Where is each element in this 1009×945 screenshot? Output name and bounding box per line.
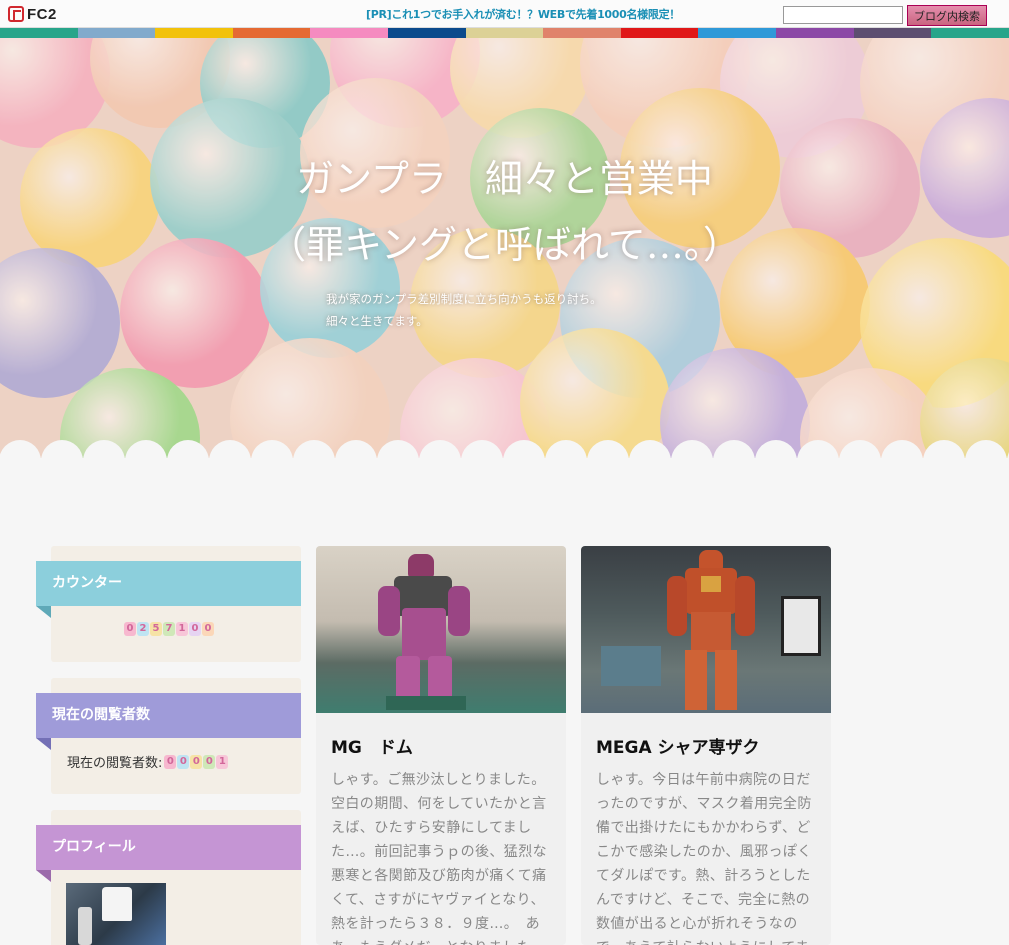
stripe-segment: [465, 28, 544, 38]
hero-banner: ガンプラ 細々と営業中 （罪キングと呼ばれて…。） 我が家のガンプラ差別制度に立…: [0, 38, 1009, 458]
article-card[interactable]: MEGA シャア専ザク しゃす。今日は午前中病院の日だったのですが、マスク着用完…: [581, 546, 831, 945]
article-thumbnail[interactable]: [581, 546, 831, 713]
fc2-logo-icon: [8, 6, 24, 22]
article-title[interactable]: MG ドム: [331, 733, 413, 758]
stripe-segment: [388, 28, 466, 38]
article-excerpt: しゃす。ご無沙汰しとりました。空白の期間、何をしていたかと言えば、ひたすら安静に…: [331, 772, 547, 945]
sidebar-viewers-title: 現在の閲覧者数: [36, 693, 301, 738]
current-viewers: 現在の閲覧者数: 00001: [67, 752, 229, 771]
article-title[interactable]: MEGA シャア専ザク: [596, 733, 760, 758]
fc2-header-bar: FC2 [PR]これ1つでお手入れが済む！？WEBで先着1000名様限定！ ブロ…: [0, 0, 1009, 28]
counter-digit: 5: [150, 622, 162, 636]
article-card[interactable]: MG ドム しゃす。ご無沙汰しとりました。空白の期間、何をしていたかと言えば、ひ…: [316, 546, 566, 945]
stripe-segment: [931, 28, 1009, 38]
blog-search-input[interactable]: [783, 6, 903, 24]
blog-search-button[interactable]: ブログ内検索: [907, 5, 987, 26]
counter-digit: 0: [164, 754, 177, 769]
counter-digit: 2: [137, 622, 149, 636]
counter-digit: 0: [177, 754, 190, 769]
counter-digit: 1: [216, 754, 229, 769]
stripe-segment: [77, 28, 156, 38]
current-viewers-count: 00001: [164, 754, 229, 769]
stripe-segment: [776, 28, 854, 38]
stripe-segment: [310, 28, 389, 38]
fc2-logo-text: FC2: [27, 5, 57, 23]
fc2-logo[interactable]: FC2: [8, 5, 57, 23]
article-excerpt: しゃす。今日は午前中病院の日だったのですが、マスク着用完全防備で出掛けたにもかか…: [596, 772, 812, 945]
profile-avatar[interactable]: [66, 883, 166, 945]
scalloped-edge: [0, 440, 1009, 480]
counter-digit: 1: [176, 622, 188, 636]
counter-digit: 0: [202, 622, 214, 636]
stripe-segment: [853, 28, 932, 38]
sidebar-counter-title: カウンター: [36, 561, 301, 606]
counter-digit: 0: [124, 622, 136, 636]
counter-digit: 7: [163, 622, 175, 636]
blog-description: 我が家のガンプラ差別制度に立ち向かうも返り討ち。 細々と生きてます。: [326, 292, 602, 328]
stripe-segment: [620, 28, 699, 38]
counter-digit: 0: [190, 754, 203, 769]
stripe-segment: [543, 28, 621, 38]
color-stripe: [0, 28, 1009, 38]
stripe-segment: [698, 28, 777, 38]
pr-ad-link[interactable]: [PR]これ1つでお手入れが済む！？WEBで先着1000名様限定！: [366, 6, 680, 22]
stripe-segment: [0, 28, 78, 38]
sidebar-profile-title: プロフィール: [36, 825, 301, 870]
article-thumbnail[interactable]: [316, 546, 566, 713]
counter-digit: 0: [203, 754, 216, 769]
current-viewers-label: 現在の閲覧者数:: [67, 756, 163, 771]
counter-digit: 0: [189, 622, 201, 636]
stripe-segment: [232, 28, 311, 38]
access-counter: 0257100: [124, 622, 214, 636]
blog-title[interactable]: ガンプラ 細々と営業中 （罪キングと呼ばれて…。）: [0, 146, 1009, 278]
stripe-segment: [155, 28, 233, 38]
